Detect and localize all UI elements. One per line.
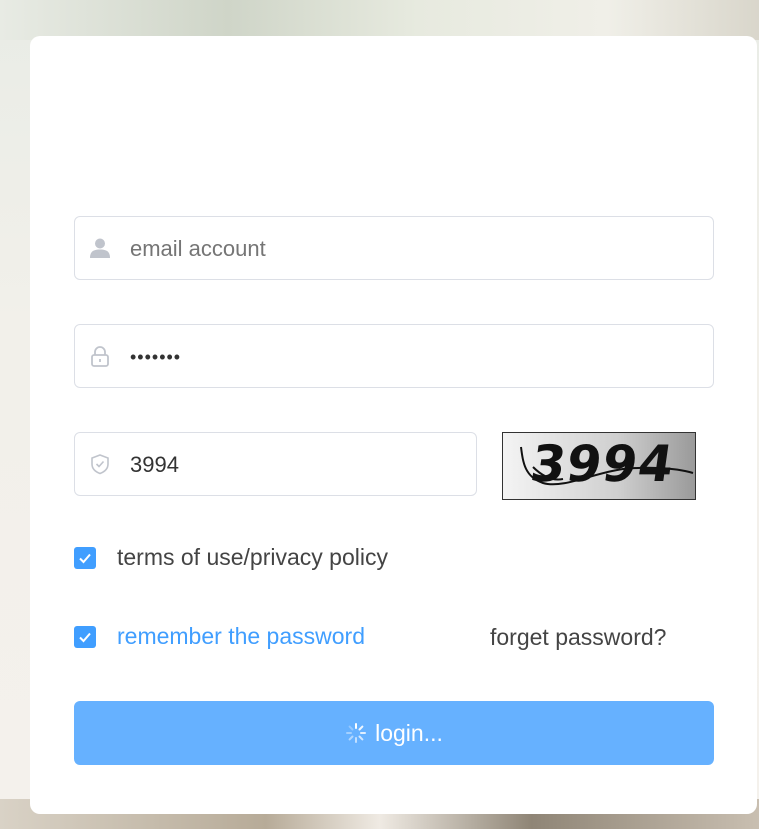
terms-checkbox-row[interactable]: terms of use/privacy policy <box>74 544 388 571</box>
background-top <box>0 0 759 40</box>
remember-checkbox[interactable] <box>74 625 96 648</box>
password-field[interactable]: ••••••• <box>74 324 714 388</box>
captcha-image-text: 3994 <box>526 435 679 493</box>
user-icon <box>89 237 111 259</box>
login-card: ••••••• 3994 3994 terms of use/privacy p… <box>30 36 757 814</box>
password-input[interactable]: ••••••• <box>130 325 698 389</box>
shield-icon <box>89 453 111 475</box>
checkmark-icon <box>79 632 91 642</box>
login-button[interactable]: login... <box>74 701 714 765</box>
forget-password-link[interactable]: forget password? <box>490 623 666 651</box>
email-field[interactable] <box>74 216 714 281</box>
captcha-image[interactable]: 3994 <box>502 432 696 500</box>
remember-checkbox-row[interactable]: remember the password <box>74 623 365 650</box>
loading-spinner-icon <box>345 722 367 744</box>
remember-label[interactable]: remember the password <box>117 623 365 650</box>
terms-label[interactable]: terms of use/privacy policy <box>117 544 388 571</box>
terms-checkbox[interactable] <box>74 546 96 569</box>
captcha-field[interactable]: 3994 <box>74 432 477 496</box>
checkmark-icon <box>79 553 91 563</box>
captcha-input[interactable]: 3994 <box>130 433 461 497</box>
email-input[interactable] <box>130 217 698 281</box>
login-button-label: login... <box>375 719 443 746</box>
lock-icon <box>89 345 111 367</box>
